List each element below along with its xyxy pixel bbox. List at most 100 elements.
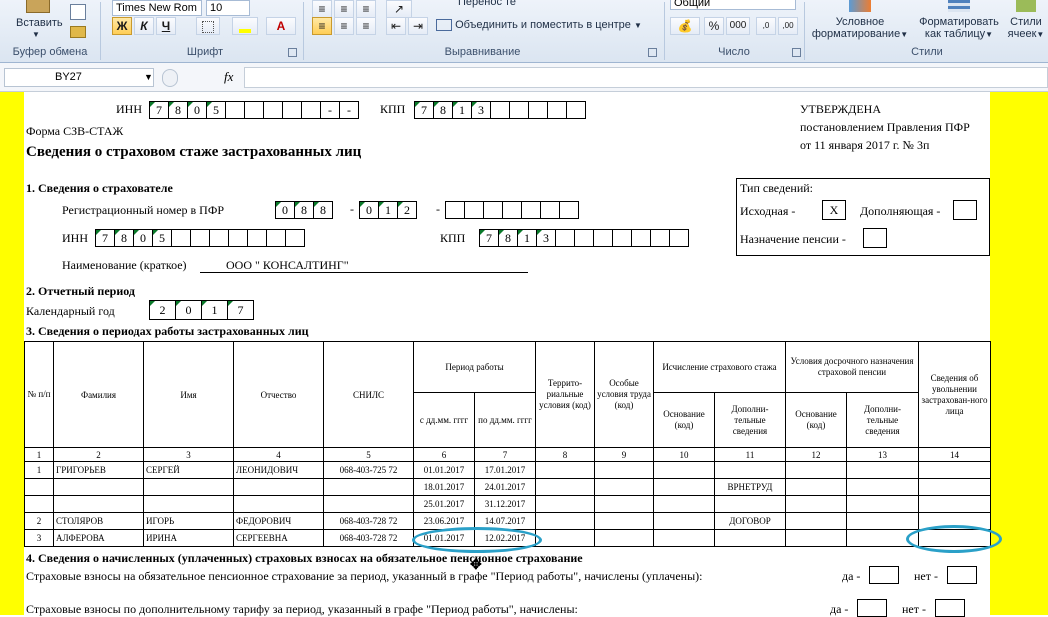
digit-cell[interactable]: 7 (149, 101, 169, 119)
digit-cell[interactable]: 8 (114, 229, 134, 247)
digit-cell[interactable] (225, 101, 245, 119)
cell-patronymic[interactable]: ЛЕОНИДОВИЧ (233, 461, 324, 479)
cell-empty[interactable] (535, 478, 595, 496)
underline-button[interactable]: Ч (156, 17, 176, 35)
digit-cell[interactable] (445, 201, 465, 219)
cell-empty[interactable] (535, 512, 595, 530)
digit-cell[interactable] (521, 201, 541, 219)
format-painter-icon[interactable] (70, 26, 86, 38)
digit-cell[interactable] (559, 201, 579, 219)
digit-cell[interactable]: 0 (275, 201, 295, 219)
digit-cell[interactable]: 1 (517, 229, 537, 247)
reg-number-cells-b[interactable]: 012 (359, 201, 417, 219)
number-dialog-launcher-icon[interactable] (792, 48, 801, 57)
digit-cell[interactable] (301, 101, 321, 119)
digit-cell[interactable] (502, 201, 522, 219)
cell-empty[interactable] (785, 512, 847, 530)
cell-surname[interactable]: ГРИГОРЬЕВ (53, 461, 144, 479)
digit-cell[interactable]: 3 (471, 101, 491, 119)
cell-empty[interactable] (918, 478, 991, 496)
cell-surname[interactable] (53, 478, 144, 496)
cell-empty[interactable] (846, 512, 919, 530)
cell-n[interactable] (24, 495, 54, 513)
digit-cell[interactable]: 7 (95, 229, 115, 247)
cell-empty[interactable] (653, 512, 715, 530)
digit-cell[interactable]: 5 (152, 229, 172, 247)
digit-cell[interactable]: 0 (175, 300, 202, 320)
digit-cell[interactable] (669, 229, 689, 247)
cell-patronymic[interactable]: ФЕДОРОВИЧ (233, 512, 324, 530)
digit-cell[interactable]: 7 (227, 300, 254, 320)
cell-empty[interactable] (653, 495, 715, 513)
cell-extra[interactable] (714, 461, 786, 479)
digit-cell[interactable] (209, 229, 229, 247)
digit-cell[interactable] (555, 229, 575, 247)
cell-from[interactable]: 01.01.2017 (413, 461, 475, 479)
digit-cell[interactable]: 8 (313, 201, 333, 219)
digit-cell[interactable]: 2 (149, 300, 176, 320)
digit-cell[interactable]: 8 (294, 201, 314, 219)
digit-cell[interactable]: 8 (433, 101, 453, 119)
increase-indent-button[interactable]: ⇥ (408, 17, 428, 35)
borders-button[interactable] (196, 17, 220, 35)
digit-cell[interactable]: 7 (414, 101, 434, 119)
cell-patronymic[interactable] (233, 478, 324, 496)
alignment-dialog-launcher-icon[interactable] (648, 48, 657, 57)
cell-empty[interactable] (594, 461, 654, 479)
digit-cell[interactable] (540, 201, 560, 219)
cell-name[interactable]: ИРИНА (143, 529, 234, 547)
cell-surname[interactable] (53, 495, 144, 513)
font-name-select[interactable]: Times New Rom (112, 0, 202, 16)
digit-cell[interactable] (650, 229, 670, 247)
digit-cell[interactable]: 8 (498, 229, 518, 247)
cell-empty[interactable] (594, 512, 654, 530)
align-top-button[interactable]: ≡ (312, 0, 332, 18)
cell-empty[interactable] (594, 529, 654, 547)
original-checkbox[interactable]: X (822, 200, 846, 220)
digit-cell[interactable] (490, 101, 510, 119)
digit-cell[interactable]: - (339, 101, 359, 119)
cell-empty[interactable] (785, 529, 847, 547)
digit-cell[interactable] (593, 229, 613, 247)
cell-empty[interactable] (653, 478, 715, 496)
wrap-text-button[interactable]: Перенос текста (436, 0, 516, 10)
cell-patronymic[interactable]: СЕРГЕЕВНА (233, 529, 324, 547)
digit-cell[interactable]: 1 (201, 300, 228, 320)
table-row[interactable]: 2 СТОЛЯРОВ ИГОРЬ ФЕДОРОВИЧ 068-403-728 72 23.… (24, 512, 991, 530)
font-size-select[interactable]: 10 (206, 0, 250, 16)
cell-empty[interactable] (846, 478, 919, 496)
digit-cell[interactable] (631, 229, 651, 247)
cell-extra[interactable] (714, 495, 786, 513)
cell-patronymic[interactable] (233, 495, 324, 513)
cell-empty[interactable] (918, 461, 991, 479)
cell-empty[interactable] (846, 461, 919, 479)
cell-empty[interactable] (594, 478, 654, 496)
contrib-1-yes-box[interactable] (869, 566, 899, 584)
supplement-checkbox[interactable] (953, 200, 977, 220)
cell-snils[interactable]: 068-403-728 72 (323, 529, 414, 547)
cell-name[interactable]: СЕРГЕЙ (143, 461, 234, 479)
digit-cell[interactable] (171, 229, 191, 247)
cell-snils[interactable] (323, 478, 414, 496)
merge-center-button[interactable]: Объединить и поместить в центре ▼ (436, 19, 642, 32)
cell-n[interactable]: 3 (24, 529, 54, 547)
digit-cell[interactable]: 0 (187, 101, 207, 119)
digit-cell[interactable] (483, 201, 503, 219)
cell-empty[interactable] (846, 495, 919, 513)
increase-decimal-button[interactable]: ,0 (756, 17, 776, 35)
digit-cell[interactable]: 0 (133, 229, 153, 247)
align-left-button[interactable]: ≡ (312, 17, 332, 35)
cell-empty[interactable] (785, 478, 847, 496)
digit-cell[interactable] (247, 229, 267, 247)
digit-cell[interactable] (547, 101, 567, 119)
digit-cell[interactable]: - (320, 101, 340, 119)
cell-empty[interactable] (594, 495, 654, 513)
copy-icon[interactable] (70, 4, 86, 20)
inn-cells[interactable]: 7805 (95, 229, 305, 247)
bold-button[interactable]: Ж (112, 17, 132, 35)
digit-cell[interactable] (574, 229, 594, 247)
merge-dropdown-icon[interactable]: ▼ (634, 21, 642, 30)
orientation-button[interactable]: ↗ (386, 0, 412, 18)
cell-empty[interactable] (785, 461, 847, 479)
thousands-button[interactable]: 000 (726, 17, 750, 35)
